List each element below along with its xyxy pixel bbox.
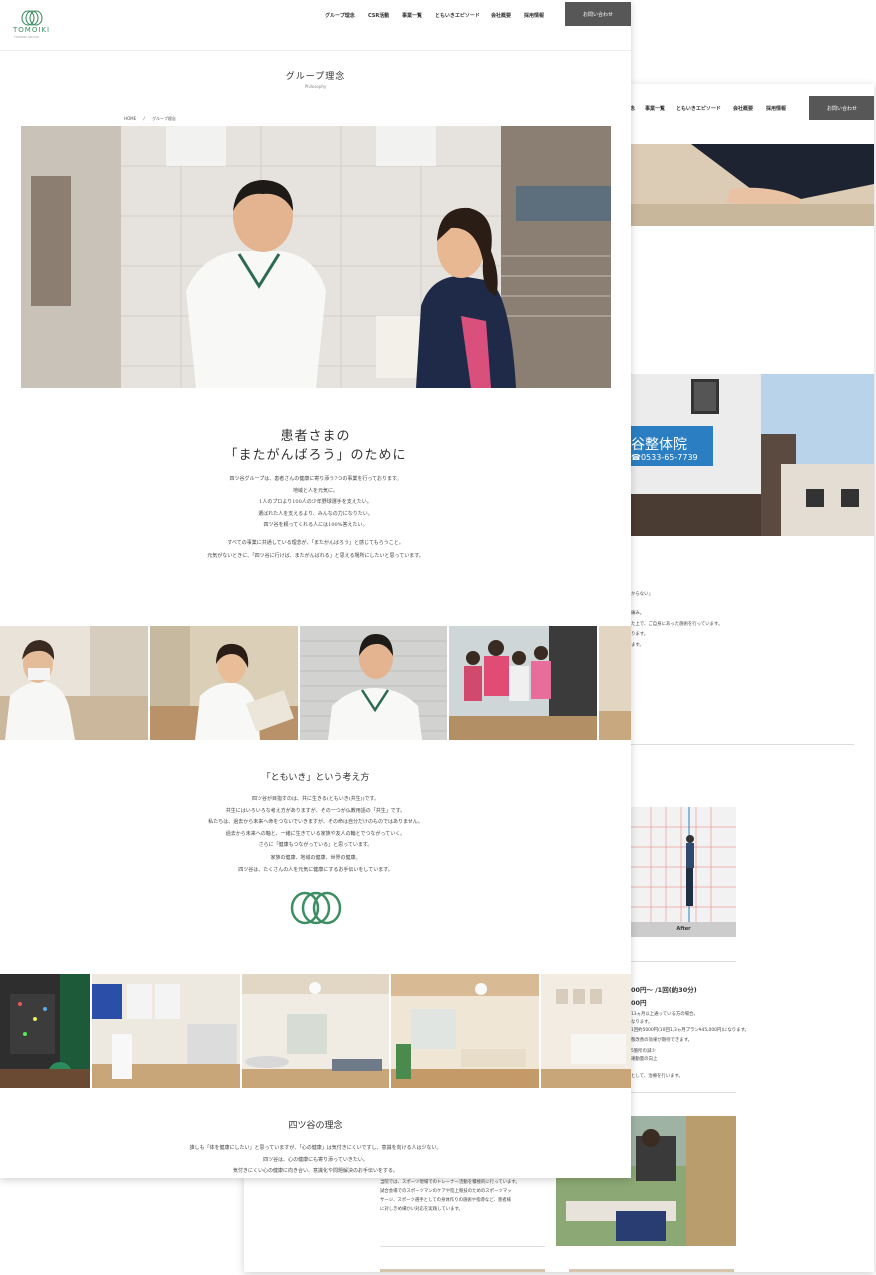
strip2-photo-2: [92, 974, 240, 1088]
nav-philosophy[interactable]: グループ理念: [325, 12, 355, 19]
logo-text[interactable]: TOMOIKI: [13, 26, 50, 34]
strip2-photo-4: [391, 974, 539, 1088]
clinic-sign-phone: ☎0533-65-7739: [631, 453, 698, 462]
contact-button[interactable]: お問い合わせ: [565, 2, 631, 26]
nav-company[interactable]: 会社概要: [491, 12, 511, 19]
clinic-sign-name: 谷整体院: [631, 437, 687, 453]
page-title: グループ理念: [285, 72, 346, 82]
strip2-photo-5: [541, 974, 631, 1088]
back-text-line: ります。: [631, 632, 649, 637]
section3-text: 四ツ谷は、心の健康にも寄り添っていきたい。: [263, 1156, 368, 1163]
divider: [631, 1092, 736, 1093]
strip-photo-3: [300, 626, 447, 740]
section2-text: 家族の健康、地域の健康、世界の健康。: [270, 855, 361, 861]
tomoiki-rings-icon: [290, 891, 342, 925]
back-photo-strip: [380, 1269, 545, 1272]
divider: [380, 1246, 545, 1247]
site-header: TOMOIKI TOMOIKI GROUP グループ理念 CSR活動 事業一覧 …: [0, 0, 631, 51]
section2-text: 過去から未来への軸と、一緒に生きている家族や友人の輪とでつながっていく。: [225, 830, 406, 837]
nav-business[interactable]: 事業一覧: [402, 12, 422, 19]
section1-heading-line2: 「またがんばろう」のために: [224, 448, 407, 463]
strip-photo-1: [0, 626, 148, 740]
breadcrumb-separator: /: [143, 116, 145, 121]
divider: [631, 961, 736, 962]
section1-text: 1人のプロより100人の少年野球選手を支えたい。: [259, 499, 372, 505]
section1-text: 四ツ谷を頼ってくれる人には100%答えたい。: [263, 522, 368, 528]
back-photo-strip: [569, 1269, 734, 1272]
section2-text: 四ツ谷は、たくさんの人を元気に健康にするお手伝いをしています。: [238, 867, 393, 873]
section3-heading: 四ツ谷の理念: [288, 1121, 343, 1131]
section1-text: 選ばれた人を支えるより、みんなの力になりたい。: [258, 510, 373, 517]
back-nav-episode[interactable]: ともいきエピソード: [676, 105, 721, 112]
back-nav-business[interactable]: 事業一覧: [645, 105, 665, 112]
back-nav-recruit[interactable]: 採用情報: [766, 105, 786, 112]
price-line: 00円〜 /1回(約30分): [631, 986, 697, 994]
back-photo-clinic: 谷整体院 ☎0533-65-7739: [631, 374, 874, 536]
back-text-line: として、治療を行います。: [631, 1074, 683, 1079]
section1-heading-line1: 患者さまの: [280, 429, 351, 444]
back-text-line: 運動量の向上: [631, 1057, 658, 1062]
page-subtitle: Philosophy: [304, 84, 327, 89]
section1-text: 四ツ谷グループは、患者さんの健康に寄り添う7つの事業を行っております。: [229, 476, 402, 482]
back-photo-posture: After: [631, 807, 736, 937]
section2-text: 四ツ谷が目指すのは、共に生きる(ともいき(共生))です。: [251, 796, 380, 802]
back-text-line: に対しきめ細かい対応を実践しています。: [380, 1207, 463, 1212]
nav-recruit[interactable]: 採用情報: [524, 12, 544, 19]
section2-text: 私たちは、過去から未来へ命をつないでいきますが、その命は自分だけのものではありま…: [208, 819, 423, 825]
nav-csr[interactable]: CSR活動: [368, 12, 389, 19]
price-line: 00円: [631, 999, 647, 1007]
strip2-photo-1: [0, 974, 90, 1088]
back-contact-button[interactable]: お問い合わせ: [809, 96, 874, 120]
hero-photo: [21, 126, 611, 388]
back-text-line: 試合会場でのスポーツマンのケアや陸上競技のためのスポーツマッ: [380, 1189, 512, 1194]
nav-episode[interactable]: ともいきエピソード: [435, 12, 480, 19]
strip-photo-4: [449, 626, 597, 740]
after-caption: After: [631, 922, 736, 937]
back-text-line: 態改善の効果が期待できます。: [631, 1038, 693, 1043]
section3-text: 誰しも「体を健康にしたい」と思っていますが、「心の健康」は気付きにくいですし、意…: [189, 1145, 442, 1151]
breadcrumb-home[interactable]: HOME: [124, 116, 136, 121]
back-photo-arm: [631, 144, 874, 226]
back-text-line: 1回約5000円(10回1,3ヵ月プラン¥45,000円)になります。: [631, 1028, 749, 1033]
strip-photo-2: [150, 626, 298, 740]
back-text-line: 当院では、スポーツ現場でのトレーナー活動を積極的に行っています。: [380, 1180, 520, 1185]
section3-text: 気付きにくい心の健康に向き合い、意識化や問題解決のお手伝いをする。: [233, 1168, 398, 1174]
back-text-line: サージ、スポーツ選手としての身体作りの施術や指導など、患者様: [380, 1198, 512, 1203]
strip2-photo-3: [242, 974, 389, 1088]
back-text-line: ます。: [631, 643, 644, 648]
strip-photo-5: [599, 626, 631, 740]
back-text-line: た上で、ご自身にあった施術を行っています。: [631, 622, 723, 627]
back-nav-company[interactable]: 会社概要: [733, 105, 753, 112]
section2-text: さらに「健康もつながっている」と思っています。: [258, 842, 373, 848]
section1-text: すべての事業に共通している理念が、「またがんばろう」と感じてもらうこと。: [227, 540, 404, 546]
divider: [631, 744, 854, 745]
section1-text: 地域と人を元気に。: [292, 487, 338, 494]
breadcrumb-current: グループ理念: [152, 116, 176, 121]
back-text-line: 痛み。: [631, 611, 645, 616]
section2-text: 共生にはいろいろな考え方がありますが、その一つが仏教用語の「共生」です。: [225, 807, 406, 814]
section2-heading: 「ともいき」という考え方: [261, 773, 370, 783]
logo-rings-icon[interactable]: [20, 10, 44, 26]
back-text-line: からない」: [631, 592, 653, 597]
section1-text: 元気がないときに、「四ツ谷に行けば、またがんばれる」と思える場所にしたいと思って…: [207, 553, 424, 559]
front-page-screenshot: TOMOIKI TOMOIKI GROUP グループ理念 CSR活動 事業一覧 …: [0, 0, 631, 1178]
breadcrumb: HOME / グループ理念: [124, 116, 176, 122]
logo-subtext: TOMOIKI GROUP: [14, 35, 39, 39]
